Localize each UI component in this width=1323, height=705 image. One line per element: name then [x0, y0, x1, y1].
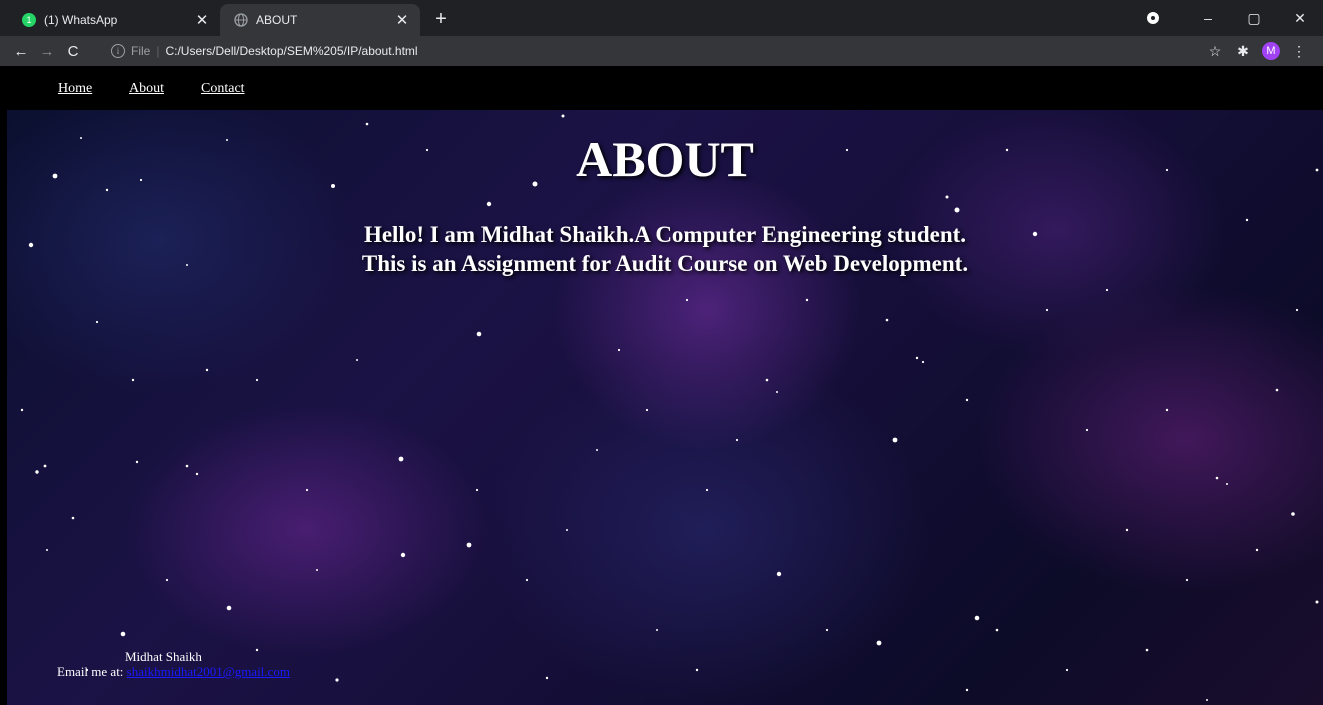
site-nav: Home About Contact — [7, 66, 1323, 110]
close-icon[interactable]: ✕ — [394, 11, 410, 29]
email-link[interactable]: shaikhmidhat2001@gmail.com — [127, 664, 290, 679]
info-icon[interactable]: i — [111, 44, 125, 58]
footer-email: Email me at: shaikhmidhat2001@gmail.com — [57, 664, 290, 680]
back-button[interactable]: ← — [8, 43, 34, 60]
tab-title: ABOUT — [256, 13, 298, 27]
close-window-button[interactable]: ✕ — [1277, 10, 1323, 27]
address-separator: | — [156, 44, 160, 58]
stars-decoration — [20, 114, 1319, 701]
globe-icon — [234, 13, 248, 27]
nav-link-about[interactable]: About — [129, 81, 164, 97]
bookmark-star-icon[interactable]: ☆ — [1201, 43, 1229, 60]
footer-name: Midhat Shaikh — [125, 649, 202, 664]
profile-avatar[interactable]: M — [1262, 42, 1280, 60]
tab-title: (1) WhatsApp — [44, 13, 118, 27]
extensions-icon[interactable]: ✱ — [1229, 43, 1257, 60]
nav-link-home[interactable]: Home — [58, 81, 92, 97]
whatsapp-icon: 1 — [22, 13, 36, 27]
close-icon[interactable]: ✕ — [194, 11, 210, 29]
page-viewport: Home About Contact ABOUT Hello! I am Mid… — [7, 66, 1323, 705]
address-path: C:/Users/Dell/Desktop/SEM%205/IP/about.h… — [165, 44, 418, 58]
forward-button[interactable]: → — [34, 43, 60, 60]
reload-button[interactable]: C — [60, 43, 86, 60]
intro-text: Hello! I am Midhat Shaikh.A Computer Eng… — [7, 220, 1323, 278]
tab-whatsapp[interactable]: 1 (1) WhatsApp ✕ — [8, 4, 220, 36]
page-title: ABOUT — [576, 131, 754, 187]
intro-line-1: Hello! I am Midhat Shaikh.A Computer Eng… — [363, 222, 967, 247]
nav-link-contact[interactable]: Contact — [201, 81, 245, 97]
menu-kebab-icon[interactable]: ⋮ — [1285, 43, 1313, 60]
svg-text:1: 1 — [26, 15, 31, 25]
address-scheme: File — [131, 44, 151, 58]
space-background — [7, 110, 1323, 705]
minimize-button[interactable]: – — [1185, 10, 1231, 26]
tab-strip: 1 (1) WhatsApp ✕ ABOUT ✕ + – ▢ ✕ — [0, 0, 1323, 36]
address-bar[interactable]: i File | C:/Users/Dell/Desktop/SEM%205/I… — [101, 40, 1196, 62]
maximize-button[interactable]: ▢ — [1231, 10, 1277, 27]
window-controls: – ▢ ✕ — [1147, 0, 1323, 36]
new-tab-button[interactable]: + — [430, 8, 452, 30]
toolbar-right: ☆ ✱ M ⋮ — [1201, 36, 1313, 66]
tab-about[interactable]: ABOUT ✕ — [220, 4, 420, 36]
email-label: Email me at: — [57, 664, 124, 679]
media-record-icon[interactable] — [1147, 12, 1159, 24]
intro-line-2: This is an Assignment for Audit Course o… — [361, 251, 969, 276]
browser-toolbar: ← → C i File | C:/Users/Dell/Desktop/SEM… — [0, 36, 1323, 66]
